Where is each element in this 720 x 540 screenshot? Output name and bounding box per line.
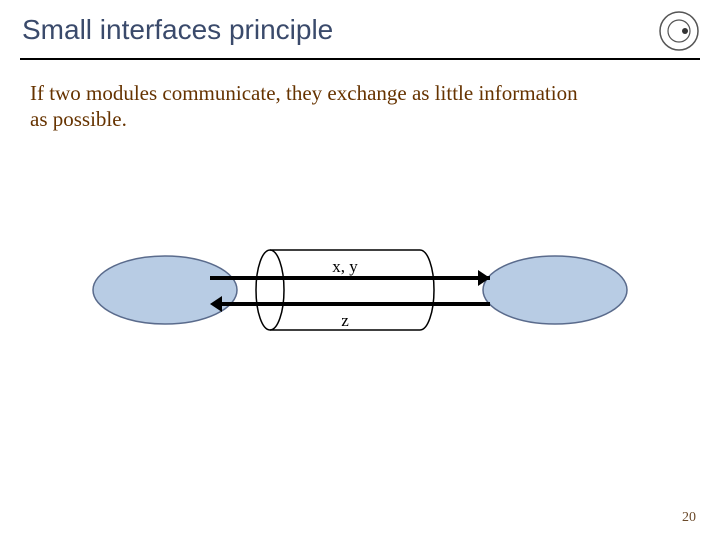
label-bottom: z: [341, 311, 349, 330]
body-text: If two modules communicate, they exchang…: [30, 80, 590, 133]
interface-diagram: x, y z: [90, 230, 630, 370]
slide-title: Small interfaces principle: [22, 14, 333, 46]
title-underline: [20, 58, 700, 60]
page-number: 20: [682, 510, 696, 526]
module-right: [483, 256, 627, 324]
slide: Small interfaces principle If two module…: [0, 0, 720, 540]
logo-icon: [658, 10, 700, 52]
label-top: x, y: [332, 257, 358, 276]
module-left: [93, 256, 237, 324]
